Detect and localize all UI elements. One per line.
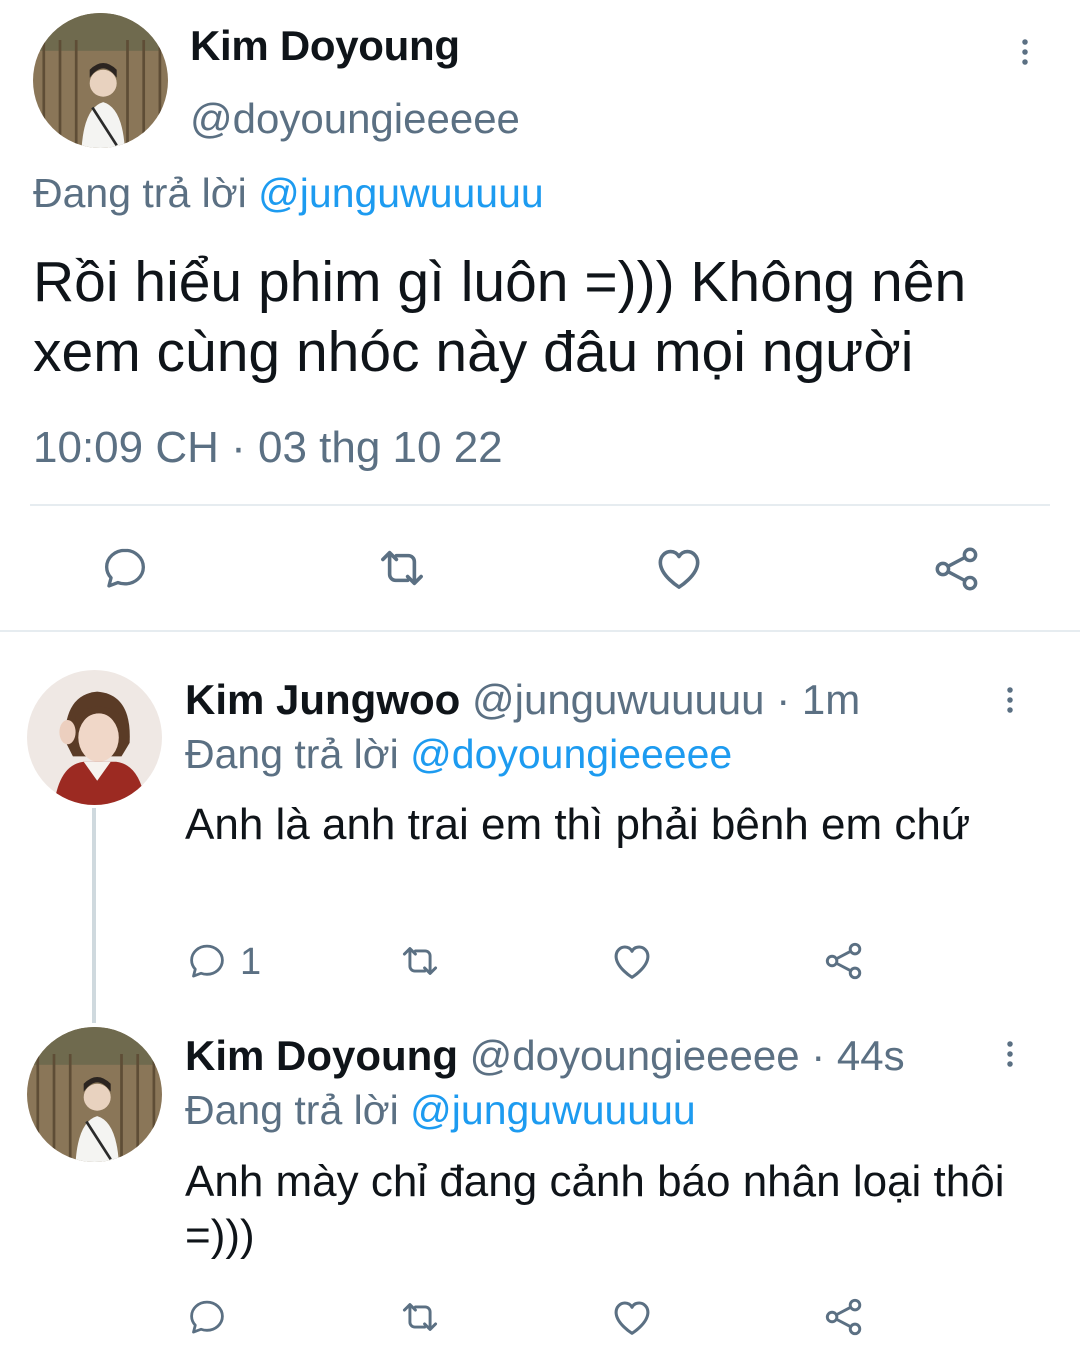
retweet-icon[interactable] bbox=[396, 939, 444, 983]
avatar[interactable] bbox=[33, 13, 168, 148]
replying-to-link[interactable]: @doyoungieeeee bbox=[410, 731, 732, 777]
avatar[interactable] bbox=[27, 1027, 162, 1162]
replying-prefix: Đang trả lời bbox=[185, 731, 399, 777]
reply-age[interactable]: · 44s bbox=[811, 1032, 904, 1079]
reply-header: Kim Doyoung @doyoungieeeee · 44s bbox=[185, 1032, 905, 1080]
tweet-timestamp[interactable]: 10:09 CH · 03 thg 10 22 bbox=[33, 423, 503, 473]
more-icon[interactable] bbox=[1010, 32, 1040, 72]
replying-to: Đang trả lời @junguwuuuuu bbox=[33, 170, 544, 217]
reply-icon[interactable] bbox=[186, 1296, 228, 1338]
avatar[interactable] bbox=[27, 670, 162, 805]
share-icon[interactable] bbox=[931, 543, 983, 595]
retweet-icon[interactable] bbox=[373, 541, 431, 595]
replying-to-link[interactable]: @junguwuuuuu bbox=[410, 1087, 696, 1133]
author-name[interactable]: Kim Doyoung bbox=[190, 22, 460, 70]
reply-count: 1 bbox=[240, 941, 262, 983]
replying-prefix: Đang trả lời bbox=[185, 1087, 399, 1133]
author-handle[interactable]: @junguwuuuuu bbox=[472, 676, 765, 723]
reply-icon[interactable] bbox=[100, 543, 150, 593]
share-icon[interactable] bbox=[822, 1295, 866, 1339]
thread-line bbox=[92, 808, 96, 1023]
replying-to-link[interactable]: @junguwuuuuu bbox=[258, 170, 544, 216]
more-icon[interactable] bbox=[995, 1034, 1025, 1074]
like-icon[interactable] bbox=[609, 938, 655, 984]
section-divider bbox=[0, 630, 1080, 632]
reply-age[interactable]: · 1m bbox=[776, 676, 860, 723]
retweet-icon[interactable] bbox=[396, 1295, 444, 1339]
author-handle[interactable]: @doyoungieeeee bbox=[470, 1032, 800, 1079]
reply-icon[interactable] bbox=[186, 940, 228, 982]
tweet-text: Anh mày chỉ đang cảnh báo nhân loại thôi… bbox=[185, 1157, 1005, 1260]
replying-to: Đang trả lời @junguwuuuuu bbox=[185, 1087, 696, 1134]
replying-to: Đang trả lời @doyoungieeeee bbox=[185, 731, 732, 778]
author-name[interactable]: Kim Doyoung bbox=[185, 1032, 458, 1079]
tweet-text: Anh là anh trai em thì phải bênh em chứ bbox=[185, 800, 971, 849]
replying-prefix: Đang trả lời bbox=[33, 170, 247, 216]
more-icon[interactable] bbox=[995, 680, 1025, 720]
like-icon[interactable] bbox=[652, 541, 706, 595]
reply-header: Kim Jungwoo @junguwuuuuu · 1m bbox=[185, 676, 860, 724]
divider bbox=[30, 504, 1050, 506]
like-icon[interactable] bbox=[609, 1294, 655, 1340]
author-name[interactable]: Kim Jungwoo bbox=[185, 676, 460, 723]
share-icon[interactable] bbox=[822, 939, 866, 983]
author-handle[interactable]: @doyoungieeeee bbox=[190, 95, 520, 143]
tweet-text: Rồi hiểu phim gì luôn =))) Không nên xem… bbox=[33, 250, 967, 384]
